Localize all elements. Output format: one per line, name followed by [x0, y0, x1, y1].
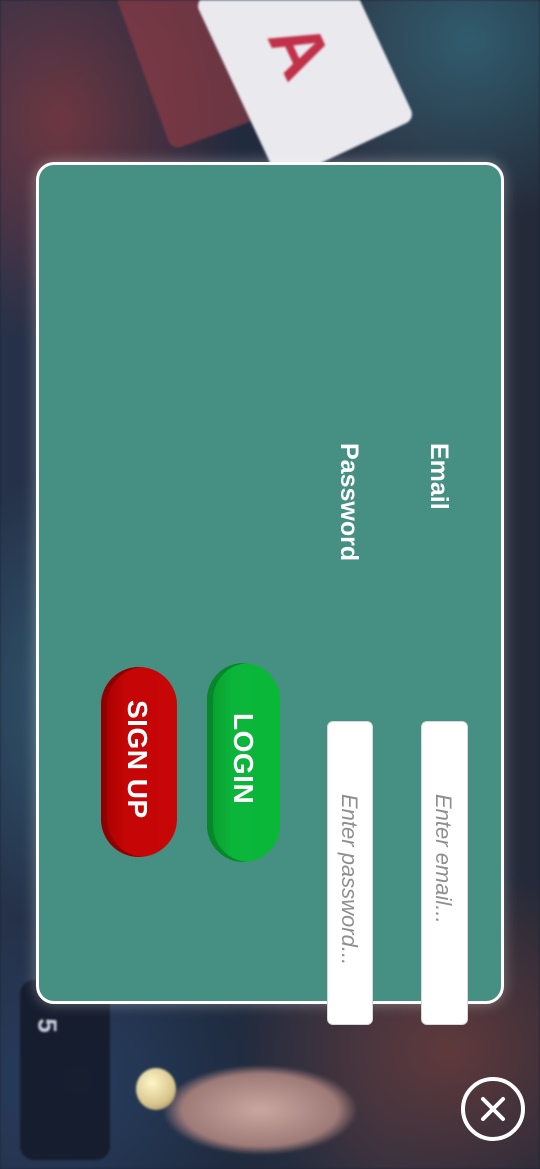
- close-button[interactable]: [461, 1077, 525, 1141]
- login-modal: Email Password Enter email... Enter pass…: [36, 162, 525, 1141]
- sign-up-button[interactable]: SIGN UP: [101, 667, 177, 857]
- email-input[interactable]: Enter email...: [421, 721, 468, 1025]
- password-input[interactable]: Enter password...: [327, 721, 373, 1025]
- close-icon: [481, 1097, 505, 1121]
- chip-number: 5: [32, 1018, 63, 1033]
- login-button[interactable]: LOGIN: [207, 663, 280, 862]
- password-placeholder: Enter password...: [337, 794, 362, 966]
- sign-up-button-label: SIGN UP: [122, 700, 153, 819]
- background-casino-chip: 5: [20, 980, 110, 1160]
- background-roulette-ball: [136, 1068, 176, 1110]
- email-label: Email: [425, 443, 453, 510]
- password-label: Password: [335, 443, 363, 562]
- login-button-label: LOGIN: [228, 713, 259, 805]
- email-placeholder: Enter email...: [431, 794, 456, 924]
